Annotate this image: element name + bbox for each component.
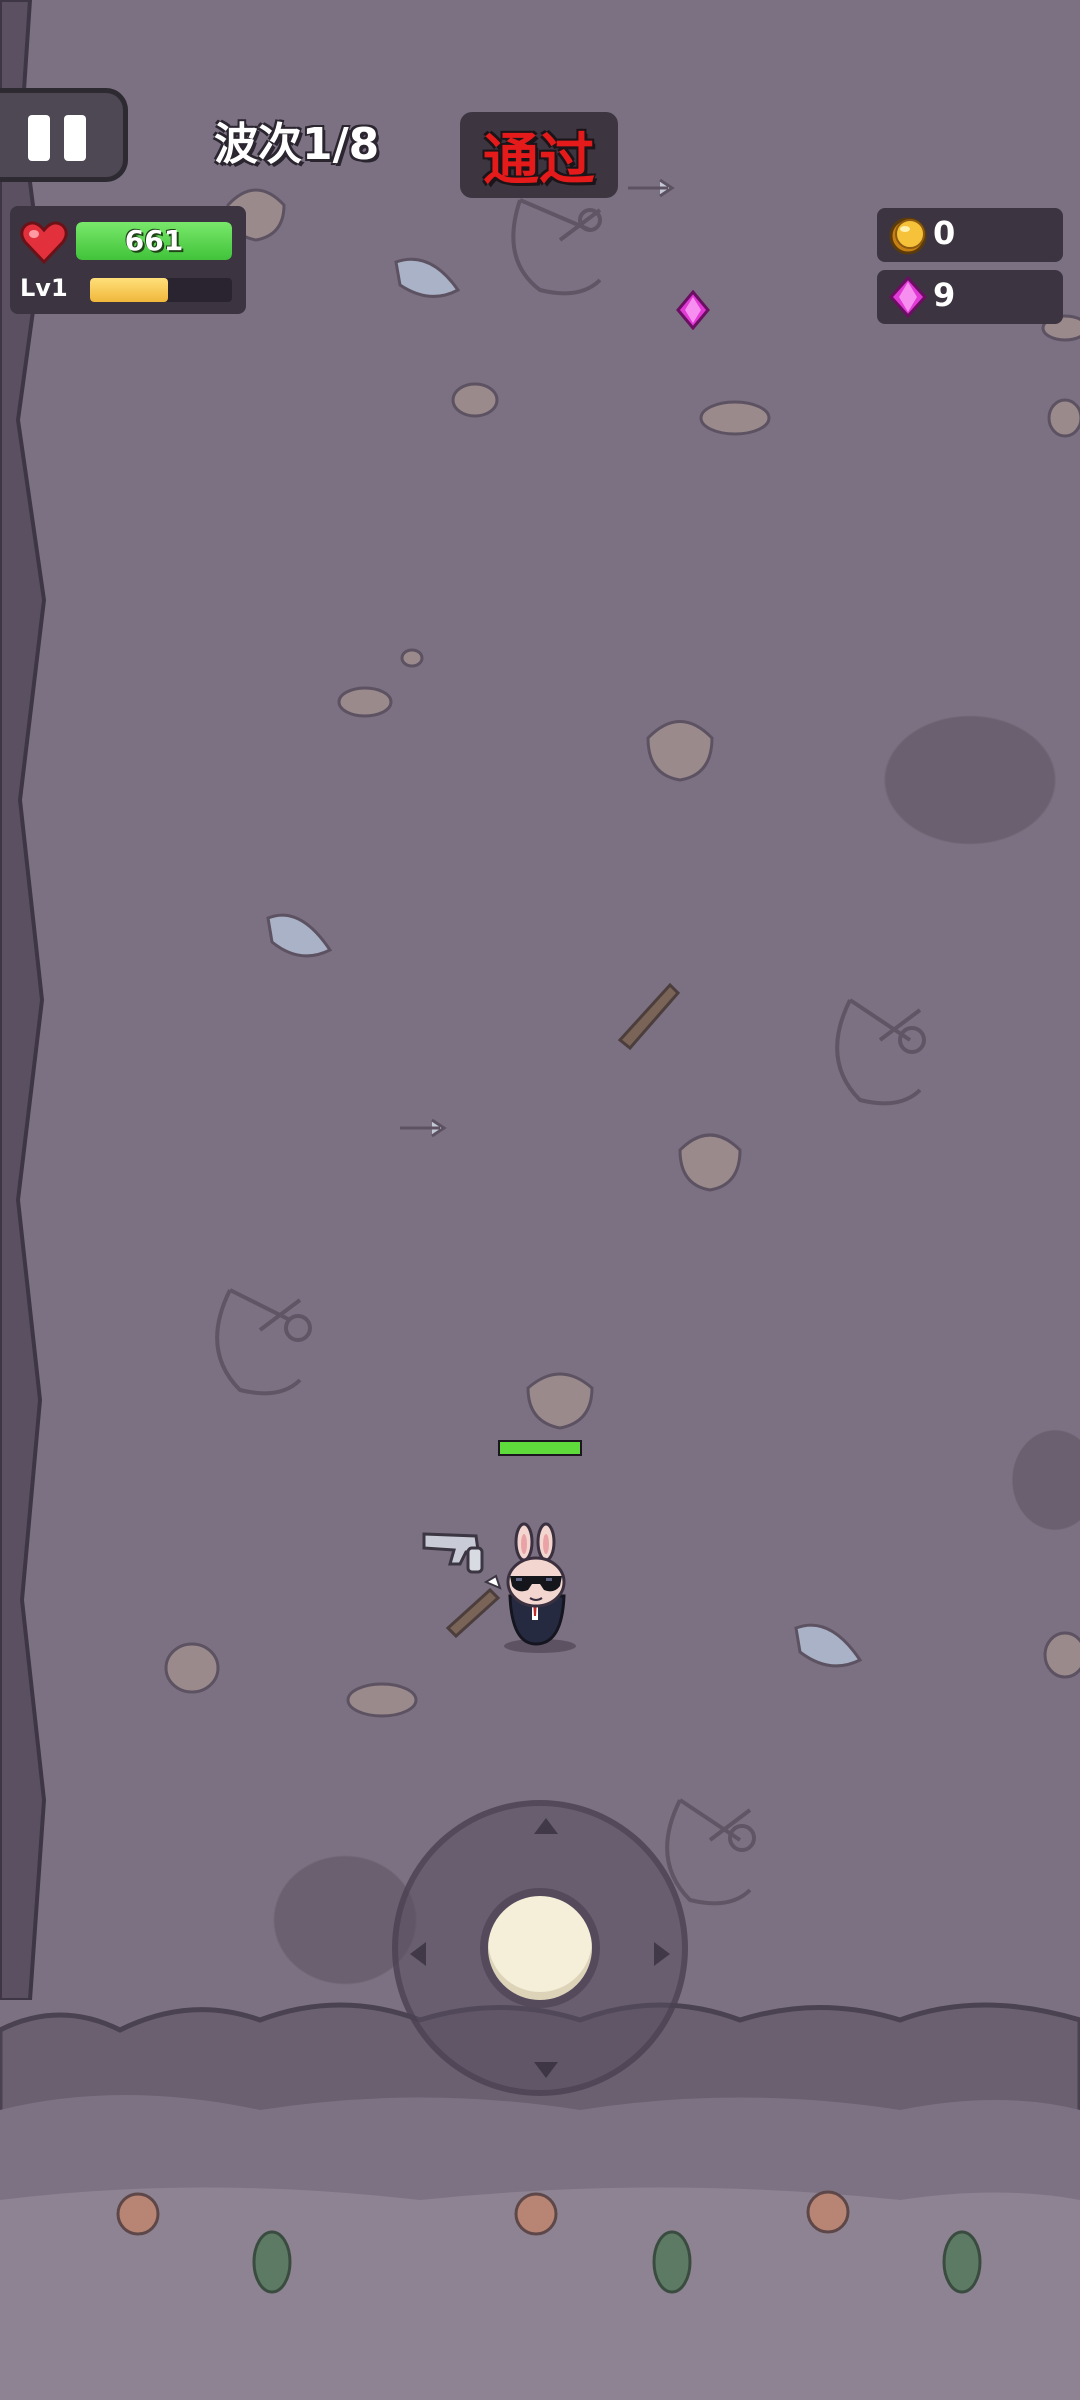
gold-coin-icon — [889, 217, 927, 255]
gem-counter: 9 — [877, 270, 1063, 324]
game-stage: 波次1/8 通过 661 Lv1 0 9 — [0, 0, 1080, 2400]
pink-gem-pickup — [676, 290, 710, 330]
virtual-joystick[interactable] — [392, 1800, 688, 2096]
health-value: 661 — [124, 224, 184, 257]
level-label: Lv1 — [20, 274, 68, 302]
arrow-left-icon — [410, 1942, 426, 1966]
pause-button[interactable] — [0, 88, 128, 182]
wave-counter: 波次1/8 — [214, 119, 380, 170]
pass-button-label: 通过 — [483, 127, 595, 193]
experience-bar — [90, 278, 232, 302]
gold-counter: 0 — [877, 208, 1063, 262]
pink-gem-icon — [888, 276, 928, 318]
player-health-bar — [498, 1440, 582, 1456]
gold-count: 0 — [933, 214, 956, 252]
pass-button[interactable]: 通过 — [460, 112, 618, 198]
arrow-right-icon — [654, 1942, 670, 1966]
player-stats-panel: 661 Lv1 — [10, 206, 246, 314]
player-health-fill — [500, 1442, 580, 1454]
gem-count: 9 — [933, 276, 956, 314]
experience-bar-fill — [90, 278, 169, 302]
revolver-icon — [422, 1532, 502, 1590]
joystick-knob[interactable] — [480, 1888, 600, 2008]
player-character — [422, 1522, 576, 1653]
arrow-down-icon — [534, 2062, 558, 2078]
heart-icon — [20, 221, 68, 264]
arrow-up-icon — [534, 1818, 558, 1834]
health-bar: 661 — [76, 222, 232, 260]
